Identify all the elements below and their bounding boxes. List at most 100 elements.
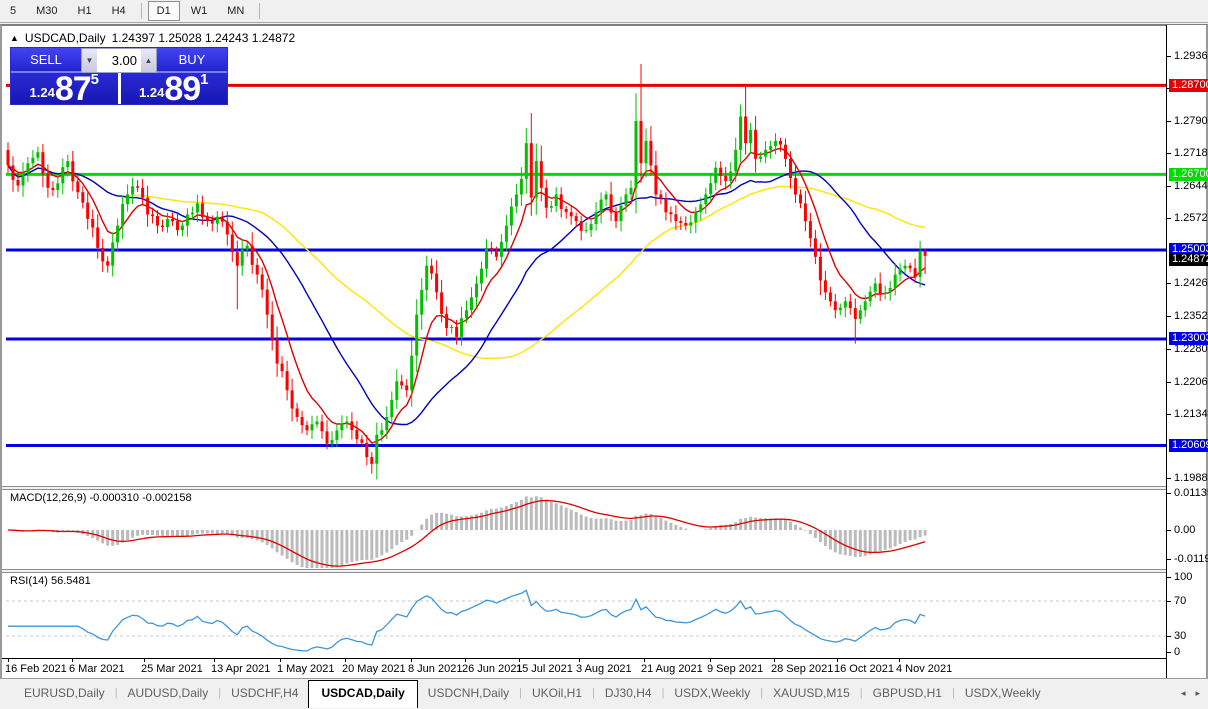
axis-tick-mark <box>1167 316 1171 317</box>
axis-tick-mark <box>1167 530 1171 531</box>
chart-tab-bar: EURUSD,Daily | AUDUSD,Daily | USDCHF,H4 USDCA… <box>0 680 1208 709</box>
volume-increase-icon[interactable]: ▲ <box>141 49 156 72</box>
date-axis[interactable]: 16 Feb 2021 6 Mar 2021 25 Mar 2021 13 Apr 2… <box>2 658 1166 678</box>
axis-tick-label: 1.24260 <box>1174 277 1208 289</box>
axis-tick-mark <box>1167 56 1171 57</box>
tab-usdx-weekly[interactable]: USDX,Weekly <box>664 682 760 705</box>
date-label: 16 Oct 2021 <box>834 663 894 675</box>
chart-symbol-label: USDCAD,Daily <box>24 31 106 45</box>
macd-indicator-label: MACD(12,26,9) -0.000310 -0.002158 <box>10 492 192 504</box>
tab-scroll-right-icon[interactable]: ▸ <box>1195 688 1200 699</box>
price-axis[interactable]: 1.293601.286401.279001.271801.264401.257… <box>1166 25 1208 678</box>
chart-title: ▲ USDCAD,Daily 1.24397 1.25028 1.24243 1… <box>10 31 295 45</box>
tab-usdchf-h4[interactable]: USDCHF,H4 <box>221 682 308 705</box>
timeframe-button-w1[interactable]: W1 <box>182 1 217 21</box>
date-label: 16 Feb 2021 <box>5 663 67 675</box>
date-tick-mark <box>774 659 775 662</box>
axis-tick-label: 1.22060 <box>1174 376 1208 388</box>
tab-scroll-left-icon[interactable]: ◂ <box>1181 688 1186 699</box>
axis-tick-label: 0 <box>1174 646 1181 658</box>
toolbar-separator <box>259 3 261 19</box>
date-label: 9 Sep 2021 <box>707 663 764 675</box>
date-label: 13 Apr 2021 <box>211 663 271 675</box>
axis-tick-mark <box>1167 493 1171 494</box>
tab-dj30-h4[interactable]: DJ30,H4 <box>595 682 662 705</box>
volume-input[interactable]: 3.00 <box>97 49 141 72</box>
tab-eurusd-daily[interactable]: EURUSD,Daily <box>14 682 115 705</box>
date-tick-mark <box>214 659 215 662</box>
ask-price-pip: 1 <box>200 71 209 88</box>
axis-tick-label: 1.29360 <box>1174 50 1208 62</box>
axis-tick-mark <box>1167 283 1171 284</box>
price-level-flag: 1.24872 <box>1169 253 1208 267</box>
timeframe-button-mn[interactable]: MN <box>218 1 253 21</box>
axis-tick-label: -0.01190 <box>1174 553 1208 565</box>
date-tick-mark <box>411 659 412 662</box>
timeframe-button-m30[interactable]: M30 <box>27 1 66 21</box>
date-label: 26 Jun 2021 <box>462 663 523 675</box>
bid-price-big: 87 <box>54 70 92 108</box>
date-label: 8 Jun 2021 <box>408 663 463 675</box>
tab-ukoil-h1[interactable]: UKOil,H1 <box>522 682 592 705</box>
tab-gbpusd-h1[interactable]: GBPUSD,H1 <box>863 682 952 705</box>
date-tick-mark <box>644 659 645 662</box>
date-tick-mark <box>519 659 520 662</box>
timeframe-button-h4[interactable]: H4 <box>103 1 135 21</box>
date-tick-mark <box>899 659 900 662</box>
axis-tick-mark <box>1167 414 1171 415</box>
timeframe-button-d1[interactable]: D1 <box>147 1 180 21</box>
collapse-chart-icon[interactable]: ▲ <box>10 33 19 43</box>
rsi-panel-canvas[interactable] <box>0 573 1166 657</box>
chart-ohlc-values: 1.24397 1.25028 1.24243 1.24872 <box>111 31 296 45</box>
axis-tick-label: 1.21340 <box>1174 408 1208 420</box>
axis-tick-label: 70 <box>1174 595 1187 607</box>
axis-tick-mark <box>1167 601 1171 602</box>
one-click-trading-panel: SELL ▼ 3.00 ▲ BUY 1.24 87 5 1.24 89 1 <box>10 47 228 108</box>
tab-scroll-nav: ◂ ▸ <box>1181 688 1200 699</box>
date-tick-mark <box>8 659 9 662</box>
axis-tick-mark <box>1167 382 1171 383</box>
rsi-indicator-label: RSI(14) 56.5481 <box>10 575 91 587</box>
date-label: 25 Mar 2021 <box>141 663 203 675</box>
ask-price-button[interactable]: 1.24 89 1 <box>120 70 227 108</box>
axis-tick-mark <box>1167 652 1171 653</box>
mt4-application: 5M30H1H4D1W1MN 1.293601.286401.279001.27… <box>0 0 1208 709</box>
axis-tick-label: 1.25720 <box>1174 212 1208 224</box>
date-label: 28 Sep 2021 <box>771 663 834 675</box>
axis-tick-mark <box>1167 636 1171 637</box>
volume-stepper: ▼ 3.00 ▲ <box>81 48 157 73</box>
date-tick-mark <box>280 659 281 662</box>
toolbar-separator <box>140 3 142 19</box>
date-tick-mark <box>579 659 580 662</box>
date-tick-mark <box>144 659 145 662</box>
date-tick-mark <box>710 659 711 662</box>
timeframe-toolbar: 5 M30 H1 H4 D1 W1 MN <box>0 0 1208 23</box>
date-label: 20 May 2021 <box>342 663 406 675</box>
bid-price-button[interactable]: 1.24 87 5 <box>11 70 118 108</box>
price-level-flag: 1.28700 <box>1169 78 1208 92</box>
tab-xauusd-m15[interactable]: XAUUSD,M15 <box>763 682 860 705</box>
ask-price-big: 89 <box>164 70 201 108</box>
axis-tick-label: 1.19880 <box>1174 472 1208 484</box>
date-label: 21 Aug 2021 <box>641 663 703 675</box>
price-level-flag: 1.20609 <box>1169 439 1208 453</box>
axis-tick-label: 1.26440 <box>1174 180 1208 192</box>
price-level-flag: 1.23003 <box>1169 332 1208 346</box>
tab-usdcad-daily[interactable]: USDCAD,Daily <box>308 680 418 708</box>
tab-audusd-daily[interactable]: AUDUSD,Daily <box>118 682 219 705</box>
timeframe-button-h1[interactable]: H1 <box>69 1 101 21</box>
tab-usdx-weekly[interactable]: USDX,Weekly <box>955 682 1051 705</box>
axis-tick-mark <box>1167 186 1171 187</box>
axis-tick-mark <box>1167 121 1171 122</box>
date-label: 15 Jul 2021 <box>516 663 573 675</box>
axis-tick-label: 0.01135 <box>1174 487 1208 499</box>
timeframe-button-5[interactable]: 5 <box>1 1 25 21</box>
date-label: 4 Nov 2021 <box>896 663 953 675</box>
axis-tick-label: 100 <box>1174 571 1193 583</box>
volume-decrease-icon[interactable]: ▼ <box>82 49 97 72</box>
axis-tick-mark <box>1167 349 1171 350</box>
axis-tick-mark <box>1167 153 1171 154</box>
date-tick-mark <box>465 659 466 662</box>
date-tick-mark <box>837 659 838 662</box>
tab-usdcnh-daily[interactable]: USDCNH,Daily <box>418 682 519 705</box>
